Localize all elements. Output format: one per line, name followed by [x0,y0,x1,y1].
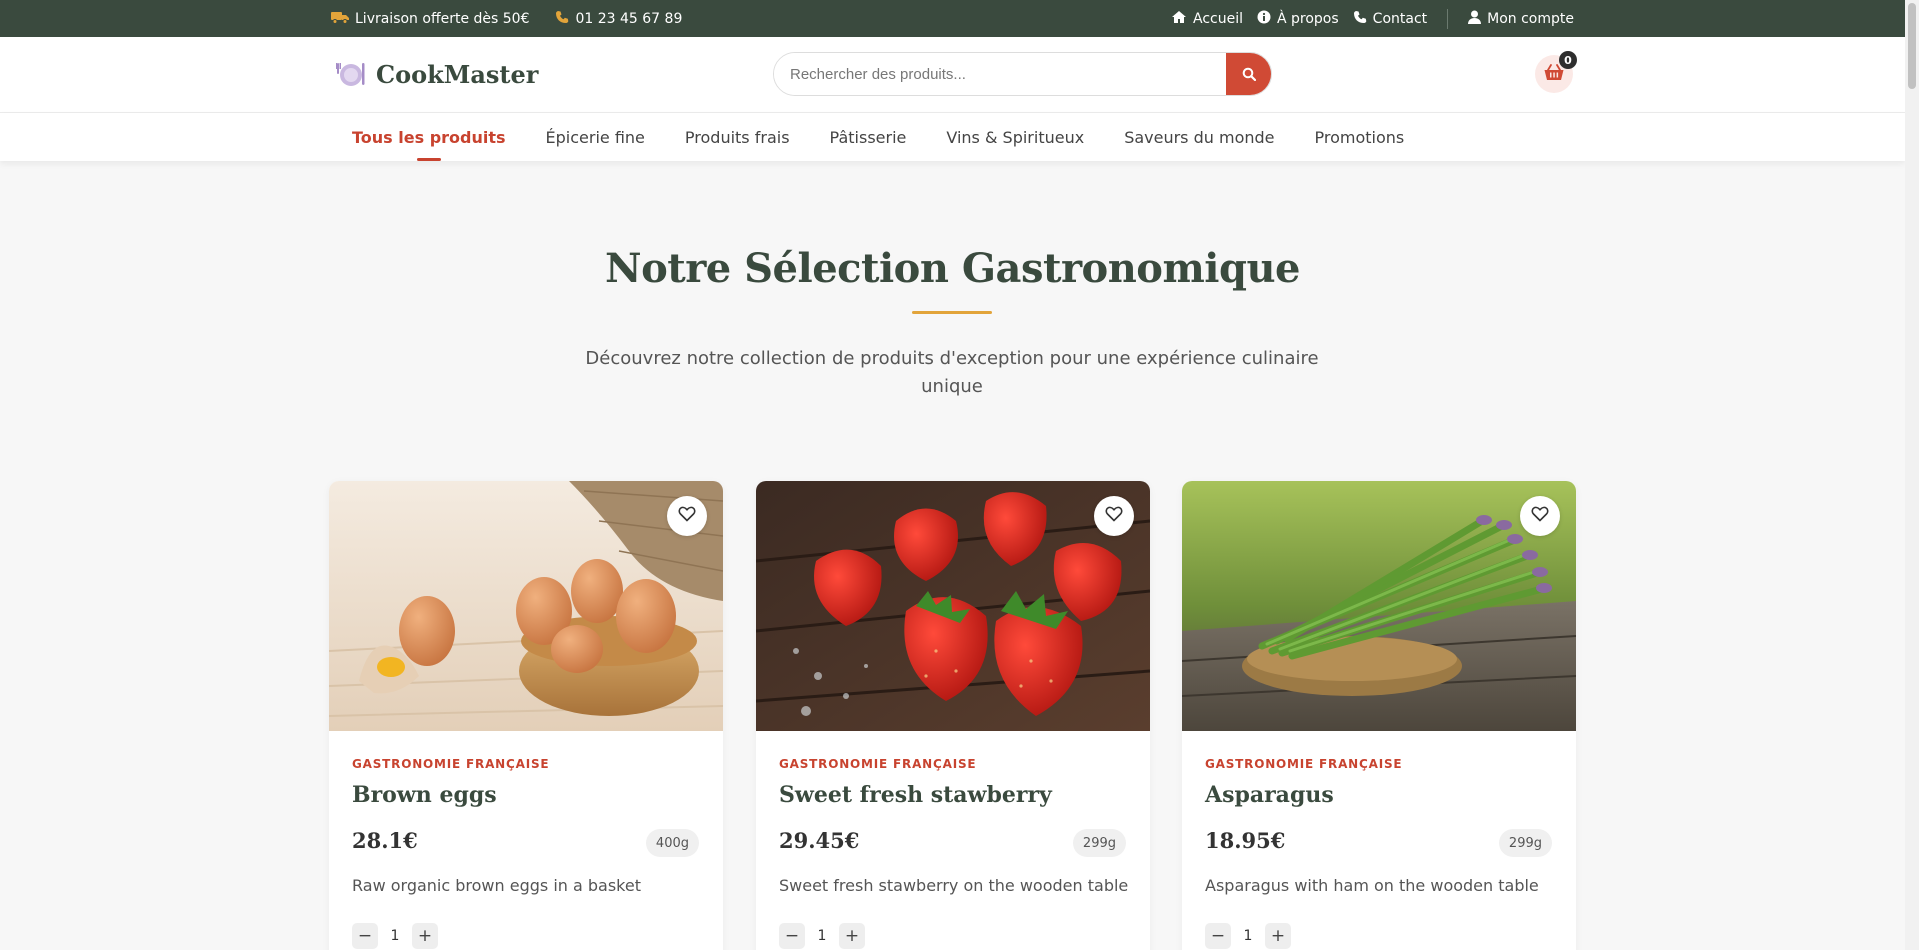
topbar-link-about[interactable]: À propos [1257,10,1339,28]
category-nav: Tous les produits Épicerie fine Produits… [0,113,1905,161]
product-price: 18.95€ [1205,828,1286,853]
nav-item-promotions[interactable]: Promotions [1315,113,1405,161]
product-category: GASTRONOMIE FRANÇAISE [1205,757,1403,771]
product-image-strawberry[interactable] [756,481,1150,731]
product-weight-badge: 299g [1072,829,1126,857]
product-card[interactable]: GASTRONOMIE FRANÇAISE Sweet fresh stawbe… [756,481,1150,950]
product-card[interactable]: GASTRONOMIE FRANÇAISE Brown eggs 28.1€ 4… [329,481,723,950]
brand-name: CookMaster [376,59,539,89]
quantity-value[interactable]: 1 [805,928,839,944]
product-price: 28.1€ [352,828,418,853]
delivery-text: Livraison offerte dès 50€ [355,10,530,27]
topbar-link-home[interactable]: Accueil [1171,10,1243,28]
scrollbar-thumb[interactable] [1908,3,1916,89]
increase-quantity-button[interactable]: + [1265,923,1291,949]
topbar-divider [1447,8,1449,29]
account-label: Mon compte [1487,10,1574,27]
phone-icon [1353,10,1367,28]
nav-item-all-products[interactable]: Tous les produits [352,113,506,161]
product-weight-badge: 299g [1498,829,1552,857]
quantity-value[interactable]: 1 [1231,928,1265,944]
nav-item-patisserie[interactable]: Pâtisserie [830,113,907,161]
product-description: Asparagus with ham on the wooden table [1205,876,1539,895]
favorite-button[interactable] [1520,496,1560,536]
phone-icon [555,10,569,28]
increase-quantity-button[interactable]: + [839,923,865,949]
favorite-button[interactable] [667,496,707,536]
decrease-quantity-button[interactable]: − [1205,923,1231,949]
site-header: CookMaster 0 [0,37,1905,113]
increase-quantity-button[interactable]: + [412,923,438,949]
topbar-link-contact[interactable]: Contact [1353,10,1427,28]
nav-item-vins-spiritueux[interactable]: Vins & Spiritueux [946,113,1084,161]
search-bar [773,52,1272,96]
page-scrollbar[interactable] [1905,0,1919,950]
brand-logo[interactable]: CookMaster [335,59,539,89]
quantity-stepper: − 1 + [1205,923,1291,949]
product-weight-badge: 400g [645,829,699,857]
page-subtitle: Découvrez notre collection de produits d… [585,348,1319,397]
search-button[interactable] [1226,53,1271,95]
decrease-quantity-button[interactable]: − [352,923,378,949]
heart-icon [1531,506,1549,526]
top-bar: Livraison offerte dès 50€ 01 23 45 67 89… [0,0,1905,37]
nav-item-produits-frais[interactable]: Produits frais [685,113,790,161]
product-category: GASTRONOMIE FRANÇAISE [779,757,977,771]
account-link[interactable]: Mon compte [1468,10,1574,28]
nav-item-saveurs-du-monde[interactable]: Saveurs du monde [1124,113,1274,161]
title-underline [912,311,992,314]
quantity-value[interactable]: 1 [378,928,412,944]
topbar-link-label: Contact [1372,10,1428,27]
product-name[interactable]: Brown eggs [352,782,497,808]
quantity-stepper: − 1 + [779,923,865,949]
search-icon [1242,66,1256,85]
product-image-asparagus[interactable] [1182,481,1576,731]
truck-icon [331,10,349,28]
favorite-button[interactable] [1094,496,1134,536]
delivery-info: Livraison offerte dès 50€ [331,10,529,28]
phone-text: 01 23 45 67 89 [575,10,683,27]
topbar-link-label: Accueil [1192,10,1243,27]
page-title: Notre Sélection Gastronomique [605,245,1300,292]
nav-item-epicerie-fine[interactable]: Épicerie fine [546,113,645,161]
search-input[interactable] [774,53,1226,95]
heart-icon [1105,506,1123,526]
product-image-eggs[interactable] [329,481,723,731]
product-name[interactable]: Asparagus [1205,782,1334,808]
topbar-link-label: À propos [1276,10,1339,27]
product-description: Raw organic brown eggs in a basket [352,876,641,895]
decrease-quantity-button[interactable]: − [779,923,805,949]
cart-count-badge: 0 [1559,51,1577,69]
product-price: 29.45€ [779,828,860,853]
product-description: Sweet fresh stawberry on the wooden tabl… [779,876,1129,895]
cart-button[interactable]: 0 [1535,51,1577,93]
phone-info[interactable]: 01 23 45 67 89 [555,10,682,28]
plate-icon [335,59,366,89]
heart-icon [678,506,696,526]
quantity-stepper: − 1 + [352,923,438,949]
product-name[interactable]: Sweet fresh stawberry [779,782,1052,808]
user-icon [1468,10,1482,28]
home-icon [1171,10,1187,28]
product-card[interactable]: GASTRONOMIE FRANÇAISE Asparagus 18.95€ 2… [1182,481,1576,950]
product-category: GASTRONOMIE FRANÇAISE [352,757,550,771]
info-icon [1257,10,1271,28]
